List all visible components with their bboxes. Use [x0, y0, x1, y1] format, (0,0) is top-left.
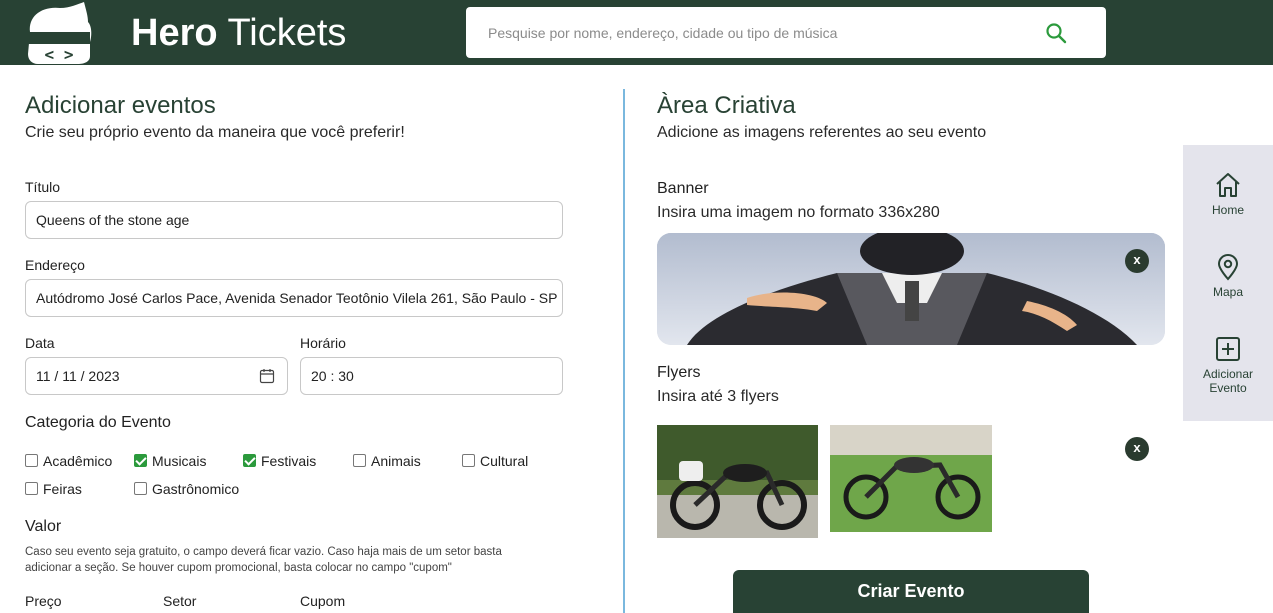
- flyer-image-1[interactable]: [657, 425, 818, 538]
- nav-adicionar-evento[interactable]: Adicionar Evento: [1183, 335, 1273, 395]
- brand-bold: Hero: [131, 12, 218, 54]
- category-label: Festivais: [261, 453, 317, 469]
- checkbox-academico[interactable]: [25, 454, 38, 467]
- category-festivais[interactable]: Festivais: [243, 452, 316, 470]
- category-label: Cultural: [480, 453, 529, 469]
- map-pin-icon: [1217, 253, 1239, 281]
- category-label: Animais: [371, 453, 421, 469]
- cupom-column-label: Cupom: [300, 593, 346, 609]
- categoria-label: Categoria do Evento: [25, 414, 171, 431]
- setor-column-label: Setor: [163, 593, 197, 609]
- category-label: Musicais: [152, 453, 207, 469]
- checkbox-gastronomico[interactable]: [134, 482, 147, 495]
- category-animais[interactable]: Animais: [353, 452, 421, 470]
- category-label: Feiras: [43, 481, 82, 497]
- brand-light: Tickets: [217, 12, 347, 54]
- add-square-icon: [1216, 337, 1240, 361]
- data-label: Data: [25, 335, 55, 351]
- calendar-icon[interactable]: [259, 368, 275, 384]
- side-nav: Home Mapa Adicionar Evento: [1183, 145, 1273, 421]
- data-value: 11 / 11 / 2023: [36, 368, 120, 384]
- valor-help-line-2: adicionar a seção. Se houver cupom promo…: [25, 562, 452, 574]
- category-cultural[interactable]: Cultural: [462, 452, 528, 470]
- column-divider: [623, 89, 625, 613]
- checkbox-musicais[interactable]: [134, 454, 147, 467]
- home-icon: [1216, 173, 1240, 197]
- nav-mapa-label: Mapa: [1212, 285, 1244, 299]
- horario-field[interactable]: 20 : 30: [300, 357, 563, 395]
- flyers-hint: Insira até 3 flyers: [657, 388, 779, 405]
- horario-label: Horário: [300, 335, 346, 351]
- search-input[interactable]: [488, 21, 1028, 45]
- banner-image[interactable]: [657, 233, 1165, 345]
- search-icon[interactable]: [1044, 21, 1068, 45]
- nav-mapa[interactable]: Mapa: [1183, 253, 1273, 299]
- category-label: Acadêmico: [43, 453, 113, 469]
- data-field[interactable]: 11 / 11 / 2023: [25, 357, 288, 395]
- flyers-label: Flyers: [657, 364, 701, 381]
- category-musicais[interactable]: Musicais: [134, 452, 206, 470]
- search-bar: [466, 7, 1106, 58]
- form-subtitle: Crie seu próprio evento da maneira que v…: [25, 124, 405, 141]
- nav-add-label-1: Adicionar: [1202, 367, 1254, 381]
- nav-home[interactable]: Home: [1183, 171, 1273, 217]
- checkbox-animais[interactable]: [353, 454, 366, 467]
- endereco-label: Endereço: [25, 257, 85, 273]
- category-academico[interactable]: Acadêmico: [25, 452, 112, 470]
- banner-hint: Insira uma imagem no formato 336x280: [657, 204, 940, 221]
- valor-help-line-1: Caso seu evento seja gratuito, o campo d…: [25, 546, 502, 558]
- titulo-field[interactable]: Queens of the stone age: [25, 201, 563, 239]
- nav-add-label-2: Evento: [1209, 381, 1247, 395]
- criar-evento-button[interactable]: Criar Evento: [733, 570, 1089, 613]
- category-gastronomico[interactable]: Gastrônomico: [134, 480, 239, 498]
- brand-name: Hero Tickets: [131, 11, 346, 55]
- creative-subtitle: Adicione as imagens referentes ao seu ev…: [657, 124, 987, 141]
- checkbox-feiras[interactable]: [25, 482, 38, 495]
- valor-label: Valor: [25, 518, 62, 535]
- endereco-field[interactable]: Autódromo José Carlos Pace, Avenida Sena…: [25, 279, 563, 317]
- banner-label: Banner: [657, 180, 709, 197]
- form-title: Adicionar eventos: [25, 92, 216, 119]
- category-label: Gastrônomico: [152, 481, 240, 497]
- top-header: < > Hero Tickets: [0, 0, 1273, 65]
- checkbox-cultural[interactable]: [462, 454, 475, 467]
- nav-home-label: Home: [1211, 203, 1244, 217]
- logo-icon[interactable]: < >: [24, 2, 94, 64]
- preco-column-label: Preço: [25, 593, 62, 609]
- remove-flyers-button[interactable]: x: [1125, 437, 1149, 461]
- category-feiras[interactable]: Feiras: [25, 480, 82, 498]
- flyer-image-2[interactable]: [830, 425, 992, 532]
- creative-title: Àrea Criativa: [657, 92, 796, 119]
- titulo-label: Título: [25, 179, 61, 195]
- checkbox-festivais[interactable]: [243, 454, 256, 467]
- remove-banner-button[interactable]: x: [1125, 249, 1149, 273]
- logo-glyph: < >: [45, 45, 74, 64]
